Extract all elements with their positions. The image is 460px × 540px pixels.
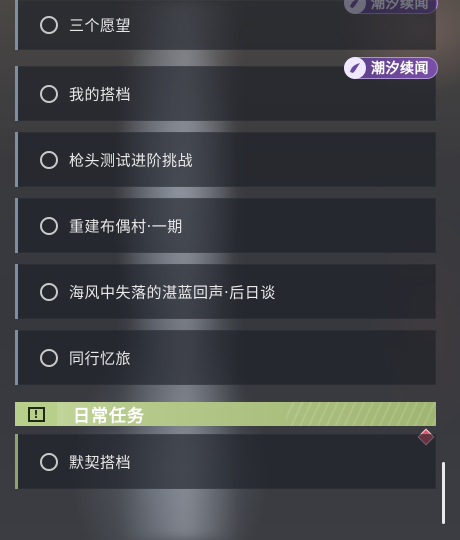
daily-quest-item[interactable]: 默契搭档	[15, 434, 436, 489]
quest-status-circle-icon	[40, 348, 58, 367]
quest-label: 我的搭档	[69, 85, 132, 103]
quest-status-circle-icon	[40, 84, 58, 103]
quest-label: 三个愿望	[69, 16, 132, 35]
tide-icon	[344, 57, 366, 79]
exclamation-icon: !	[27, 406, 45, 422]
quest-status-circle-icon	[40, 150, 58, 169]
quest-label: 枪头测试进阶挑战	[69, 151, 194, 169]
scrollbar-thumb[interactable]	[442, 462, 445, 524]
daily-icon-box: !	[15, 402, 57, 426]
quest-item[interactable]: 三个愿望	[15, 0, 436, 50]
quest-label: 重建布偶村·一期	[69, 217, 183, 235]
quest-status-circle-icon	[40, 282, 58, 301]
quest-status-circle-icon	[40, 452, 58, 471]
quest-item[interactable]: 枪头测试进阶挑战	[15, 132, 436, 187]
quest-label: 默契搭档	[69, 453, 132, 471]
quest-label: 海风中失落的湛蓝回声·后日谈	[69, 283, 276, 301]
quest-status-circle-icon	[40, 16, 58, 34]
daily-tasks-title: 日常任务	[73, 406, 145, 427]
quest-label: 同行忆旅	[69, 349, 132, 367]
quest-item[interactable]: 同行忆旅	[15, 330, 436, 385]
quest-status-circle-icon	[40, 216, 58, 235]
daily-tasks-header: ! 日常任务	[15, 402, 436, 427]
header-stripe-decoration	[286, 402, 436, 426]
quest-item[interactable]: 海风中失落的湛蓝回声·后日谈	[15, 264, 436, 319]
quest-item[interactable]: 重建布偶村·一期	[15, 198, 436, 253]
quest-tag-badge: 潮汐续闻	[344, 57, 438, 79]
quest-tag-label: 潮汐续闻	[371, 61, 429, 77]
